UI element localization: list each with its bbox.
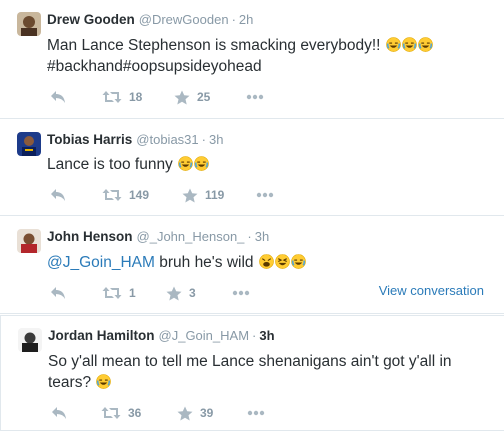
more-icon — [256, 192, 274, 198]
retweet-button[interactable]: 1 — [102, 284, 136, 302]
separator: · — [247, 229, 252, 244]
tweet-actions: 1 3 View conversation — [47, 283, 497, 302]
weary-emoji — [259, 254, 274, 269]
joy-emoji — [194, 156, 209, 171]
more-button[interactable] — [246, 88, 264, 106]
separator: · — [252, 328, 257, 343]
retweet-icon — [102, 287, 122, 299]
more-icon — [247, 410, 265, 416]
timeline: Drew Gooden @DrewGooden · 2h Man Lance Step… — [0, 0, 504, 431]
favorite-count: 39 — [200, 406, 214, 420]
star-icon — [174, 90, 190, 104]
retweet-count: 149 — [129, 188, 150, 202]
favorite-button[interactable]: 39 — [177, 404, 213, 422]
star-icon — [166, 286, 182, 300]
tweet-text-line: tears? — [48, 374, 92, 391]
avatar[interactable] — [18, 328, 42, 352]
joy-emoji — [417, 37, 433, 52]
joy-emoji — [385, 37, 401, 52]
more-icon — [232, 290, 250, 296]
tweet-header: John Henson @_John_Henson_ · 3h — [47, 228, 269, 246]
tweet-actions: 36 39 — [48, 404, 498, 422]
reply-button[interactable] — [51, 404, 67, 422]
display-name[interactable]: Jordan Hamilton — [48, 328, 155, 343]
tweet-text: Lance is too funny — [47, 154, 497, 175]
tweet-text: Man Lance Stephenson is smacking everybo… — [47, 35, 497, 77]
retweet-icon — [101, 407, 121, 419]
avatar[interactable] — [17, 12, 41, 36]
joy-emoji — [96, 374, 112, 389]
joy-emoji — [401, 37, 417, 52]
retweet-count: 36 — [128, 406, 142, 420]
reply-icon — [51, 287, 65, 299]
more-button[interactable] — [256, 186, 274, 204]
tweet[interactable]: Drew Gooden @DrewGooden · 2h Man Lance Step… — [0, 0, 504, 119]
reply-icon — [51, 91, 65, 103]
tweet-text: So y'all mean to tell me Lance shenaniga… — [48, 351, 498, 393]
retweet-count: 18 — [129, 90, 143, 104]
more-icon — [246, 94, 264, 100]
tweet[interactable]: John Henson @_John_Henson_ · 3h @J_Goin_HAM… — [0, 217, 504, 314]
timestamp[interactable]: 3h — [259, 328, 274, 343]
retweet-icon — [102, 91, 122, 103]
tweet-text-line: So y'all mean to tell me Lance shenaniga… — [48, 353, 452, 370]
reply-button[interactable] — [50, 284, 66, 302]
mention-link[interactable]: @J_Goin_HAM — [47, 254, 155, 271]
star-icon — [182, 188, 198, 202]
favorite-button[interactable]: 3 — [166, 284, 196, 302]
timestamp[interactable]: 3h — [255, 229, 269, 244]
tweet-header: Drew Gooden @DrewGooden · 2h — [47, 11, 253, 29]
retweet-button[interactable]: 149 — [102, 186, 149, 204]
username[interactable]: @DrewGooden — [139, 12, 229, 27]
tweet-text-line: Lance is too funny — [47, 156, 173, 173]
favorite-button[interactable]: 25 — [174, 88, 210, 106]
favorite-count: 119 — [205, 188, 225, 202]
avatar[interactable] — [17, 132, 41, 156]
display-name[interactable]: John Henson — [47, 229, 133, 244]
retweet-button[interactable]: 36 — [101, 404, 141, 422]
joy-emoji — [178, 156, 193, 171]
tweet-text: @J_Goin_HAM bruh he's wild — [47, 252, 497, 273]
reply-button[interactable] — [50, 186, 66, 204]
star-icon — [177, 406, 193, 420]
grin-squint-emoji — [275, 254, 290, 269]
avatar[interactable] — [17, 229, 41, 253]
hashtags[interactable]: #backhand#oopsupsideyohead — [47, 58, 262, 75]
reply-icon — [52, 407, 66, 419]
tweet[interactable]: Tobias Harris @tobias31 · 3h Lance is too f… — [0, 120, 504, 216]
tweet-text-line: bruh he's wild — [159, 254, 254, 271]
tweet-text-line: Man Lance Stephenson is smacking everybo… — [47, 37, 381, 54]
tweet-actions: 149 119 — [47, 186, 497, 204]
reply-icon — [51, 189, 65, 201]
more-button[interactable] — [247, 404, 265, 422]
favorite-button[interactable]: 119 — [182, 186, 224, 204]
timestamp[interactable]: 2h — [239, 12, 253, 27]
tweet-header: Tobias Harris @tobias31 · 3h — [47, 131, 223, 149]
tweet[interactable]: Jordan Hamilton @J_Goin_HAM · 3h So y'all m… — [0, 315, 504, 431]
username[interactable]: @J_Goin_HAM — [159, 328, 250, 343]
display-name[interactable]: Tobias Harris — [47, 132, 132, 147]
view-conversation-link[interactable]: View conversation — [379, 283, 484, 298]
tweet-header: Jordan Hamilton @J_Goin_HAM · 3h — [48, 327, 275, 345]
favorite-count: 3 — [189, 286, 196, 300]
separator: · — [201, 132, 206, 147]
tweet-actions: 18 25 — [47, 88, 497, 106]
reply-button[interactable] — [50, 88, 66, 106]
username[interactable]: @_John_Henson_ — [137, 229, 245, 244]
joy-emoji — [291, 254, 306, 269]
separator: · — [231, 12, 236, 27]
username[interactable]: @tobias31 — [136, 132, 198, 147]
favorite-count: 25 — [197, 90, 211, 104]
more-button[interactable] — [232, 284, 250, 302]
retweet-button[interactable]: 18 — [102, 88, 142, 106]
timestamp[interactable]: 3h — [209, 132, 223, 147]
display-name[interactable]: Drew Gooden — [47, 12, 135, 27]
retweet-count: 1 — [129, 286, 136, 300]
retweet-icon — [102, 189, 122, 201]
